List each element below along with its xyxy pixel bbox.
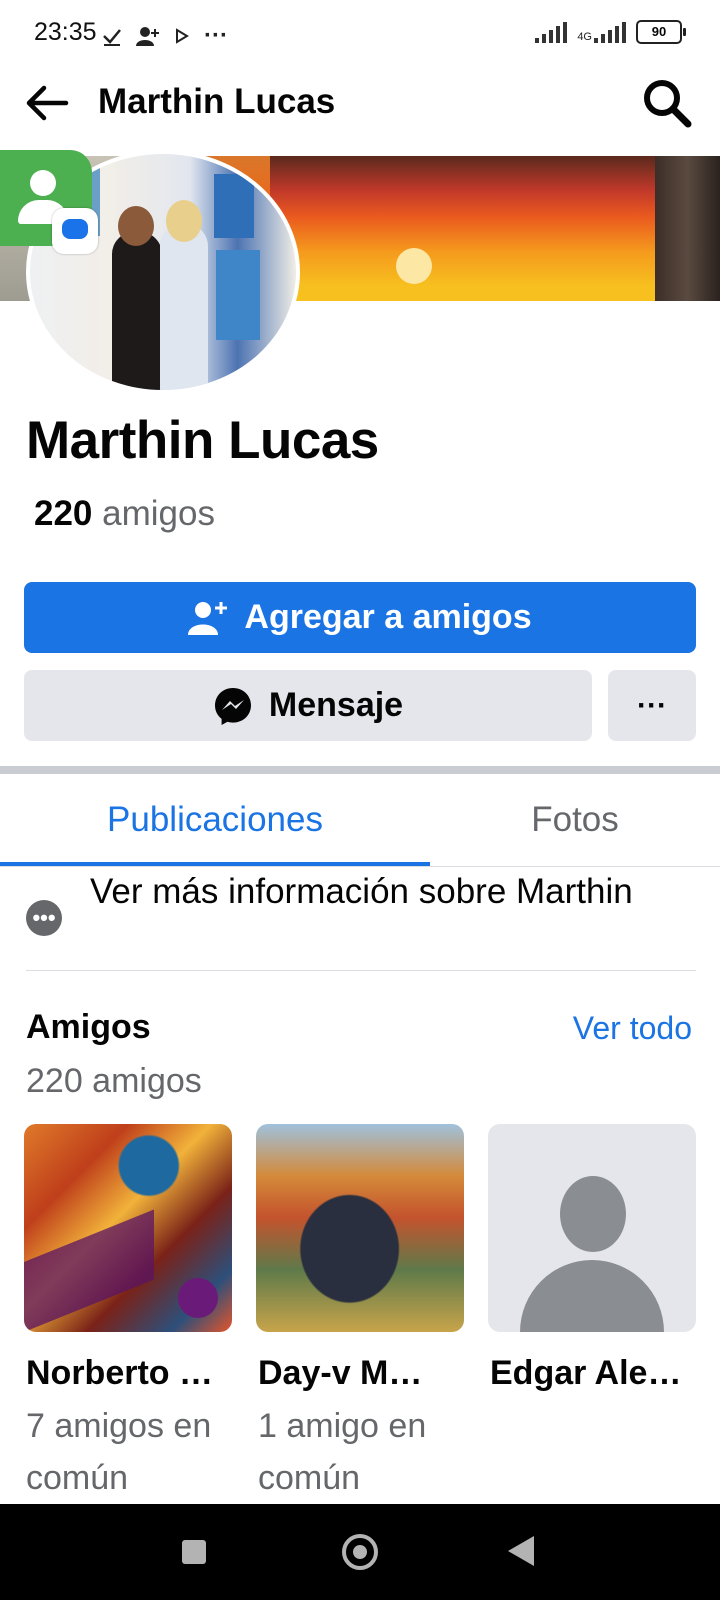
creator-badge-icon xyxy=(178,1278,218,1318)
profile-name: Marthin Lucas xyxy=(26,411,379,470)
more-info-icon: ••• xyxy=(26,900,62,936)
search-button[interactable] xyxy=(640,76,694,130)
home-button[interactable] xyxy=(342,1534,378,1570)
add-user-status-icon xyxy=(136,27,159,46)
battery-icon: 90 xyxy=(636,20,686,44)
play-icon xyxy=(176,28,189,44)
arrow-left-icon xyxy=(26,85,69,121)
friends-number: 220 xyxy=(34,494,93,533)
check-icon xyxy=(103,29,121,46)
floating-contacts-app-icon[interactable] xyxy=(0,150,98,254)
more-info-link[interactable]: Ver más información sobre Marthin xyxy=(90,866,650,918)
friends-word: amigos xyxy=(102,494,215,533)
info-divider xyxy=(26,970,696,971)
add-friend-button[interactable]: Agregar a amigos xyxy=(24,582,696,653)
default-avatar-icon xyxy=(560,1176,626,1252)
messenger-icon xyxy=(214,687,251,725)
signal-4g-icon xyxy=(594,21,626,43)
more-options-button[interactable]: ··· xyxy=(608,670,696,741)
friend-name[interactable]: Norberto … xyxy=(26,1354,234,1393)
friend-photo-norberto[interactable] xyxy=(24,1124,232,1332)
friends-section-count: 220 amigos xyxy=(26,1062,202,1100)
tab-fotos[interactable]: Fotos xyxy=(430,774,720,866)
network-type: 4G xyxy=(577,31,592,43)
friend-mutual-count: 1 amigo en común xyxy=(258,1407,427,1497)
status-time: 23:35 xyxy=(34,18,97,46)
profile-friends-count[interactable]: 220 amigos xyxy=(34,494,215,534)
system-back-button[interactable] xyxy=(508,1536,534,1566)
see-all-friends-link[interactable]: Ver todo xyxy=(573,1010,692,1047)
status-notification-icons: ··· xyxy=(102,22,228,50)
header-title: Marthin Lucas xyxy=(98,82,336,121)
friend-mutual-count: 7 amigos en común xyxy=(26,1407,212,1497)
tab-publicaciones[interactable]: Publicaciones xyxy=(0,774,430,866)
back-button[interactable] xyxy=(22,78,72,128)
friend-name[interactable]: Day-v M… xyxy=(258,1354,466,1393)
add-friend-label: Agregar a amigos xyxy=(244,598,532,636)
friend-name[interactable]: Edgar Ale… xyxy=(490,1354,698,1393)
status-system-icons: 4G 90 xyxy=(535,20,686,44)
more-notifications-icon: ··· xyxy=(204,22,228,49)
add-user-icon xyxy=(188,601,228,635)
friend-photo-edgar[interactable] xyxy=(488,1124,696,1332)
message-label: Mensaje xyxy=(268,686,404,724)
friend-photo-dayv[interactable] xyxy=(256,1124,464,1332)
search-icon xyxy=(644,80,692,128)
section-divider xyxy=(0,766,720,774)
more-icon: ··· xyxy=(637,688,667,722)
recent-apps-button[interactable] xyxy=(182,1540,206,1564)
chat-bubble-icon xyxy=(52,208,98,254)
signal-icon xyxy=(535,21,568,43)
message-button[interactable]: Mensaje xyxy=(24,670,592,741)
friends-section-title: Amigos xyxy=(26,1008,151,1046)
status-bar: 23:35 ··· 4G 90 xyxy=(0,0,720,68)
